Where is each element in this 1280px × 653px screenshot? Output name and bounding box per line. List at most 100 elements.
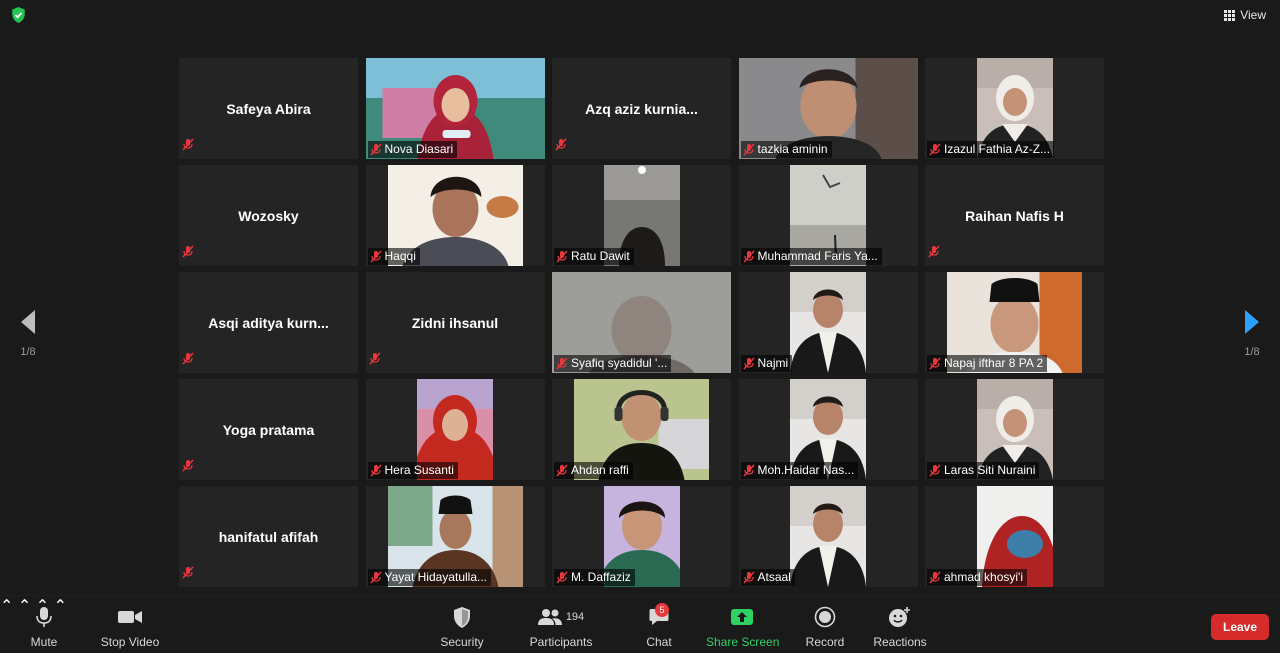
reactions-emoji-icon <box>889 607 910 627</box>
mute-label: Mute <box>30 635 58 649</box>
encryption-shield-icon[interactable] <box>11 7 26 23</box>
previous-page-button[interactable]: 1/8 <box>3 300 53 370</box>
muted-microphone-icon <box>929 571 941 584</box>
participant-tile[interactable]: ahmad khosyi'i <box>925 486 1104 587</box>
participant-name-label: Laras Siti Nuraini <box>927 462 1040 479</box>
participant-name-label: Hera Susanti <box>367 462 458 479</box>
muted-microphone-icon <box>182 459 194 472</box>
page-indicator-left: 1/8 <box>20 346 36 358</box>
record-icon <box>814 606 836 628</box>
participant-tile[interactable]: Raihan Nafis H <box>925 165 1104 266</box>
participant-tile[interactable]: Atsaal <box>738 486 918 587</box>
participant-tile[interactable]: Yayat Hidayatulla... <box>365 486 545 587</box>
muted-indicator <box>182 459 194 477</box>
chat-button[interactable]: 5 Chat <box>640 603 678 649</box>
participant-tile[interactable]: Napaj ifthar 8 PA 2 <box>925 272 1104 373</box>
muted-indicator <box>368 352 381 370</box>
participant-tile[interactable]: Izazul Fathia Az-Z... <box>925 58 1104 159</box>
audio-options-caret[interactable]: ⌃ <box>0 598 13 615</box>
participant-tile[interactable]: Najmi <box>738 272 918 373</box>
security-shield-icon <box>454 606 470 628</box>
share-screen-icon <box>731 609 753 625</box>
participant-name: Yayat Hidayatulla... <box>384 570 488 584</box>
muted-microphone-icon <box>182 566 194 579</box>
reactions-button[interactable]: Reactions <box>872 604 928 649</box>
muted-microphone-icon <box>556 357 568 370</box>
participant-tile[interactable]: Muhammad Faris Ya... <box>738 165 918 266</box>
muted-microphone-icon <box>369 250 382 263</box>
participant-name: Izazul Fathia Az-Z... <box>944 142 1051 156</box>
participants-icon <box>537 609 562 625</box>
participant-tile[interactable]: Zidni ihsanul <box>365 272 545 373</box>
participant-tile[interactable]: M. Daffaziz <box>552 486 731 587</box>
security-label: Security <box>440 635 484 649</box>
muted-microphone-icon <box>368 352 381 365</box>
participant-name: Najmi <box>757 356 789 370</box>
participant-name-label: M. Daffaziz <box>554 569 635 586</box>
meeting-toolbar: Mute ⌃ Stop Video ⌃ Security 194 Partici… <box>0 595 1280 653</box>
participant-name: ahmad khosyi'i <box>944 570 1023 584</box>
participant-video <box>790 272 866 373</box>
leave-button[interactable]: Leave <box>1211 614 1269 640</box>
participant-tile[interactable]: tazkia aminin <box>738 58 918 159</box>
share-screen-button[interactable]: Share Screen <box>706 604 779 649</box>
participants-button[interactable]: 194 Participants <box>528 604 594 649</box>
participant-name: Wozosky <box>238 207 299 224</box>
record-button[interactable]: Record <box>804 604 846 649</box>
muted-microphone-icon <box>182 352 194 365</box>
participant-name: Hera Susanti <box>384 463 454 477</box>
participant-name: Atsaal <box>757 570 791 584</box>
participant-tile[interactable]: hanifatul afifah <box>179 486 358 587</box>
security-button[interactable]: Security <box>438 604 486 649</box>
participant-name: Ahdan raffi <box>571 463 629 477</box>
participants-label: Participants <box>529 635 593 649</box>
participant-name: Safeya Abira <box>226 100 311 117</box>
participant-name: Haqqi <box>384 249 416 263</box>
view-button[interactable]: View <box>1224 6 1266 24</box>
record-label: Record <box>805 635 845 649</box>
participant-tile[interactable]: Syafiq syadidul '... <box>552 272 731 373</box>
view-label: View <box>1240 8 1266 22</box>
participant-tile[interactable]: Ahdan raffi <box>552 379 731 480</box>
participant-name-label: Ratu Dawit <box>554 248 634 265</box>
participant-tile[interactable]: Safeya Abira <box>179 58 358 159</box>
muted-microphone-icon <box>742 250 755 263</box>
page-indicator-right: 1/8 <box>1244 346 1260 358</box>
arrow-right-icon <box>1245 310 1259 334</box>
muted-microphone-icon <box>556 464 568 477</box>
muted-microphone-icon <box>369 571 382 584</box>
mute-button[interactable]: Mute <box>22 604 66 649</box>
participant-tile[interactable]: Azq aziz kurnia... <box>552 58 731 159</box>
participant-name: M. Daffaziz <box>571 570 631 584</box>
stop-video-label: Stop Video <box>100 635 160 649</box>
participant-tile[interactable]: Wozosky <box>179 165 358 266</box>
participant-name: Raihan Nafis H <box>965 207 1064 224</box>
arrow-left-icon <box>21 310 35 334</box>
participant-name: tazkia aminin <box>757 142 828 156</box>
muted-indicator <box>182 352 194 370</box>
participant-tile[interactable]: Ratu Dawit <box>552 165 731 266</box>
participant-tile[interactable]: Haqqi <box>365 165 545 266</box>
participant-name-label: Najmi <box>740 355 793 372</box>
microphone-icon <box>36 607 52 627</box>
muted-microphone-icon <box>929 464 941 477</box>
muted-microphone-icon <box>182 138 194 151</box>
muted-indicator <box>555 138 567 156</box>
participant-tile[interactable]: Laras Siti Nuraini <box>925 379 1104 480</box>
video-gallery: Safeya Abira Nova Diasari Azq aziz kurnia.… <box>179 58 1104 587</box>
muted-microphone-icon <box>556 250 568 263</box>
participant-tile[interactable]: Hera Susanti <box>365 379 545 480</box>
next-page-button[interactable]: 1/8 <box>1227 300 1277 370</box>
muted-indicator <box>182 566 194 584</box>
muted-microphone-icon <box>929 357 941 370</box>
participant-name-label: ahmad khosyi'i <box>927 569 1027 586</box>
video-camera-icon <box>118 611 142 623</box>
participant-tile[interactable]: Nova Diasari <box>365 58 545 159</box>
participant-tile[interactable]: Asqi aditya kurn... <box>179 272 358 373</box>
participant-tile[interactable]: Moh.Haidar Nas... <box>738 379 918 480</box>
participant-tile[interactable]: Yoga pratama <box>179 379 358 480</box>
chat-unread-badge: 5 <box>655 603 669 617</box>
participant-name: Napaj ifthar 8 PA 2 <box>944 356 1044 370</box>
participant-name-label: tazkia aminin <box>740 141 832 158</box>
stop-video-button[interactable]: Stop Video <box>98 604 162 649</box>
